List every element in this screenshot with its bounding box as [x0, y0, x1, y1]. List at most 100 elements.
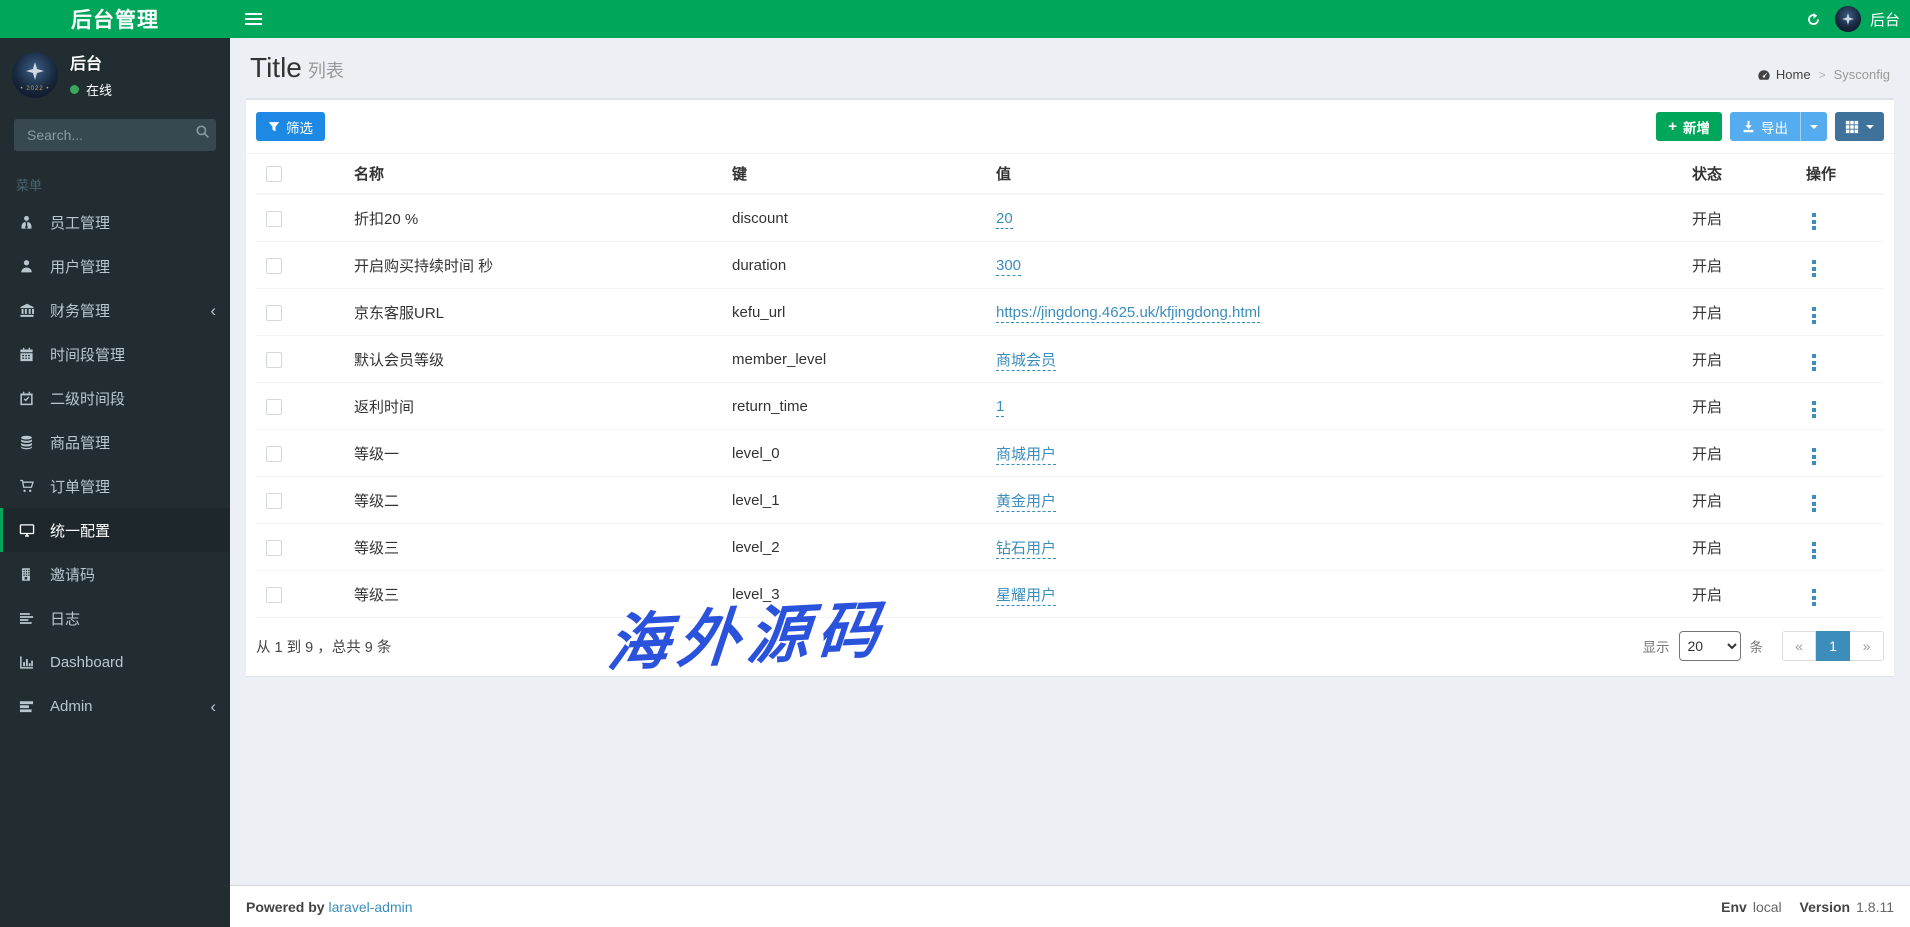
sidebar-item-dashboard[interactable]: Dashboard — [0, 640, 230, 684]
row-checkbox[interactable] — [266, 210, 282, 227]
column-selector-button[interactable] — [1835, 112, 1884, 141]
sidebar-item-orders[interactable]: 订单管理 — [0, 464, 230, 508]
sidebar-item-timeslot[interactable]: 时间段管理 — [0, 332, 230, 376]
caret-down-icon — [1866, 124, 1874, 129]
cart-icon — [19, 479, 41, 494]
row-checkbox[interactable] — [266, 445, 282, 462]
editable-value-link[interactable]: 黄金用户 — [996, 492, 1057, 512]
row-actions-icon[interactable] — [1806, 258, 1822, 279]
editable-value-link[interactable]: 商城会员 — [996, 351, 1057, 371]
sidebar-user-status: 在线 — [86, 83, 113, 98]
version-value: 1.8.11 — [1856, 898, 1894, 915]
sidebar-item-staff[interactable]: 员工管理 — [0, 200, 230, 244]
row-actions-icon[interactable] — [1806, 305, 1822, 326]
row-checkbox[interactable] — [266, 539, 282, 556]
sidebar-item-label: 订单管理 — [50, 478, 111, 496]
app-root: 后台管理 • 2022 • 后台 在线 菜单 员工管理用户管理财务管理 ‹ 时间段管… — [0, 0, 1910, 927]
laravel-admin-link[interactable]: laravel-admin — [328, 899, 412, 915]
editable-value-link[interactable]: https://jingdong.4625.uk/kfjingdong.html — [996, 303, 1261, 323]
breadcrumb-home-link[interactable]: Home — [1776, 67, 1811, 82]
row-actions-icon[interactable] — [1806, 540, 1822, 561]
sidebar-item-sub-timeslot[interactable]: 二级时间段 — [0, 376, 230, 420]
row-actions-icon[interactable] — [1806, 493, 1822, 514]
editable-value-link[interactable]: 300 — [996, 256, 1022, 276]
row-checkbox[interactable] — [266, 492, 282, 509]
editable-value-link[interactable]: 20 — [996, 209, 1013, 229]
row-actions-icon[interactable] — [1806, 446, 1822, 467]
editable-value-link[interactable]: 星耀用户 — [996, 586, 1057, 606]
list-icon — [19, 611, 41, 626]
new-button[interactable]: + 新增 — [1656, 112, 1722, 141]
filter-button[interactable]: 筛选 — [256, 112, 325, 141]
sidebar-item-invite-code[interactable]: 邀请码 — [0, 552, 230, 596]
column-header: 操作 — [1796, 154, 1884, 195]
row-checkbox[interactable] — [266, 398, 282, 415]
export-dropdown-toggle[interactable] — [1800, 112, 1827, 141]
column-header: 键 — [722, 154, 986, 195]
pagination-page-1[interactable]: 1 — [1816, 631, 1850, 661]
env-label: Env — [1721, 898, 1747, 915]
row-actions-icon[interactable] — [1806, 399, 1822, 420]
sidebar-item-admin[interactable]: Admin ‹ — [0, 684, 230, 728]
brand-logo[interactable]: 后台管理 — [0, 0, 230, 38]
sidebar-item-users[interactable]: 用户管理 — [0, 244, 230, 288]
sidebar-item-label: 财务管理 — [50, 302, 111, 320]
editable-value-link[interactable]: 钻石用户 — [996, 539, 1057, 559]
search-input[interactable] — [14, 119, 216, 151]
cell-name: 等级一 — [344, 429, 722, 477]
cell-key: return_time — [722, 382, 986, 430]
table-row: 返利时间 return_time 1 开启 — [256, 382, 1884, 430]
page-subtitle: 列表 — [307, 61, 344, 81]
column-header: 值 — [986, 154, 1682, 195]
row-checkbox[interactable] — [266, 304, 282, 321]
row-actions-icon[interactable] — [1806, 352, 1822, 373]
table-header-row: 名称键值状态 操作 — [256, 154, 1884, 195]
user-icon — [19, 259, 41, 274]
sidebar-item-label: 日志 — [50, 610, 81, 628]
refresh-icon[interactable] — [1792, 0, 1835, 38]
per-page-select[interactable]: 20 — [1678, 631, 1741, 661]
database-icon — [19, 435, 41, 450]
online-status-dot — [70, 85, 79, 94]
navbar-avatar[interactable] — [1834, 6, 1861, 32]
sysconfig-table: 名称键值状态 操作 折扣20 % discount 20 开启 开启购买持续时间 秒 dur… — [256, 154, 1884, 618]
cell-name: 等级三 — [344, 523, 722, 571]
sidebar-item-label: 商品管理 — [50, 434, 111, 452]
row-actions-icon[interactable] — [1806, 211, 1822, 232]
caret-down-icon — [1810, 124, 1818, 129]
editable-value-link[interactable]: 商城用户 — [996, 445, 1057, 465]
sidebar-item-sysconfig[interactable]: 统一配置 — [0, 508, 230, 552]
sidebar-toggle-icon[interactable] — [230, 0, 276, 38]
cell-status: 开启 — [1682, 241, 1796, 289]
cell-key: discount — [722, 194, 986, 242]
editable-value-link[interactable]: 1 — [996, 397, 1005, 417]
sidebar: 后台管理 • 2022 • 后台 在线 菜单 员工管理用户管理财务管理 ‹ 时间段管… — [0, 0, 230, 927]
navbar-user-menu[interactable]: 后台 — [1870, 9, 1900, 30]
sidebar-item-label: Admin — [50, 697, 93, 715]
row-checkbox[interactable] — [266, 257, 282, 274]
sidebar-item-finance[interactable]: 财务管理 ‹ — [0, 288, 230, 332]
select-all-checkbox[interactable] — [266, 166, 282, 183]
calendar-check-icon — [19, 391, 41, 406]
row-actions-icon[interactable] — [1806, 587, 1822, 608]
rows-summary: 从 1 到 9 ，总共 9 条 — [256, 639, 392, 656]
table-row: 京东客服URL kefu_url https://jingdong.4625.uk/… — [256, 288, 1884, 336]
watermark-text: 海外源码 — [604, 592, 891, 681]
export-button[interactable]: 导出 — [1730, 112, 1800, 141]
row-checkbox[interactable] — [266, 586, 282, 603]
search-icon[interactable] — [195, 124, 210, 142]
cell-status: 开启 — [1682, 570, 1796, 618]
row-checkbox[interactable] — [266, 351, 282, 368]
pagination-next: » — [1850, 631, 1884, 661]
building-icon — [19, 567, 41, 582]
avatar: • 2022 • — [12, 51, 58, 98]
table-row: 等级二 level_1 黄金用户 开启 — [256, 476, 1884, 524]
cell-status: 开启 — [1682, 476, 1796, 524]
sidebar-item-logs[interactable]: 日志 — [0, 596, 230, 640]
user-panel: • 2022 • 后台 在线 — [0, 38, 230, 113]
sidebar-item-goods[interactable]: 商品管理 — [0, 420, 230, 464]
grid-toolbar: 筛选 + 新增 导出 — [246, 100, 1894, 154]
content-wrapper: Title 列表 Home > Sysconfig 筛选 + 新增 导出 名称 … — [230, 38, 1910, 885]
cell-status: 开启 — [1682, 288, 1796, 336]
table-row: 等级三 level_2 钻石用户 开启 — [256, 523, 1884, 571]
